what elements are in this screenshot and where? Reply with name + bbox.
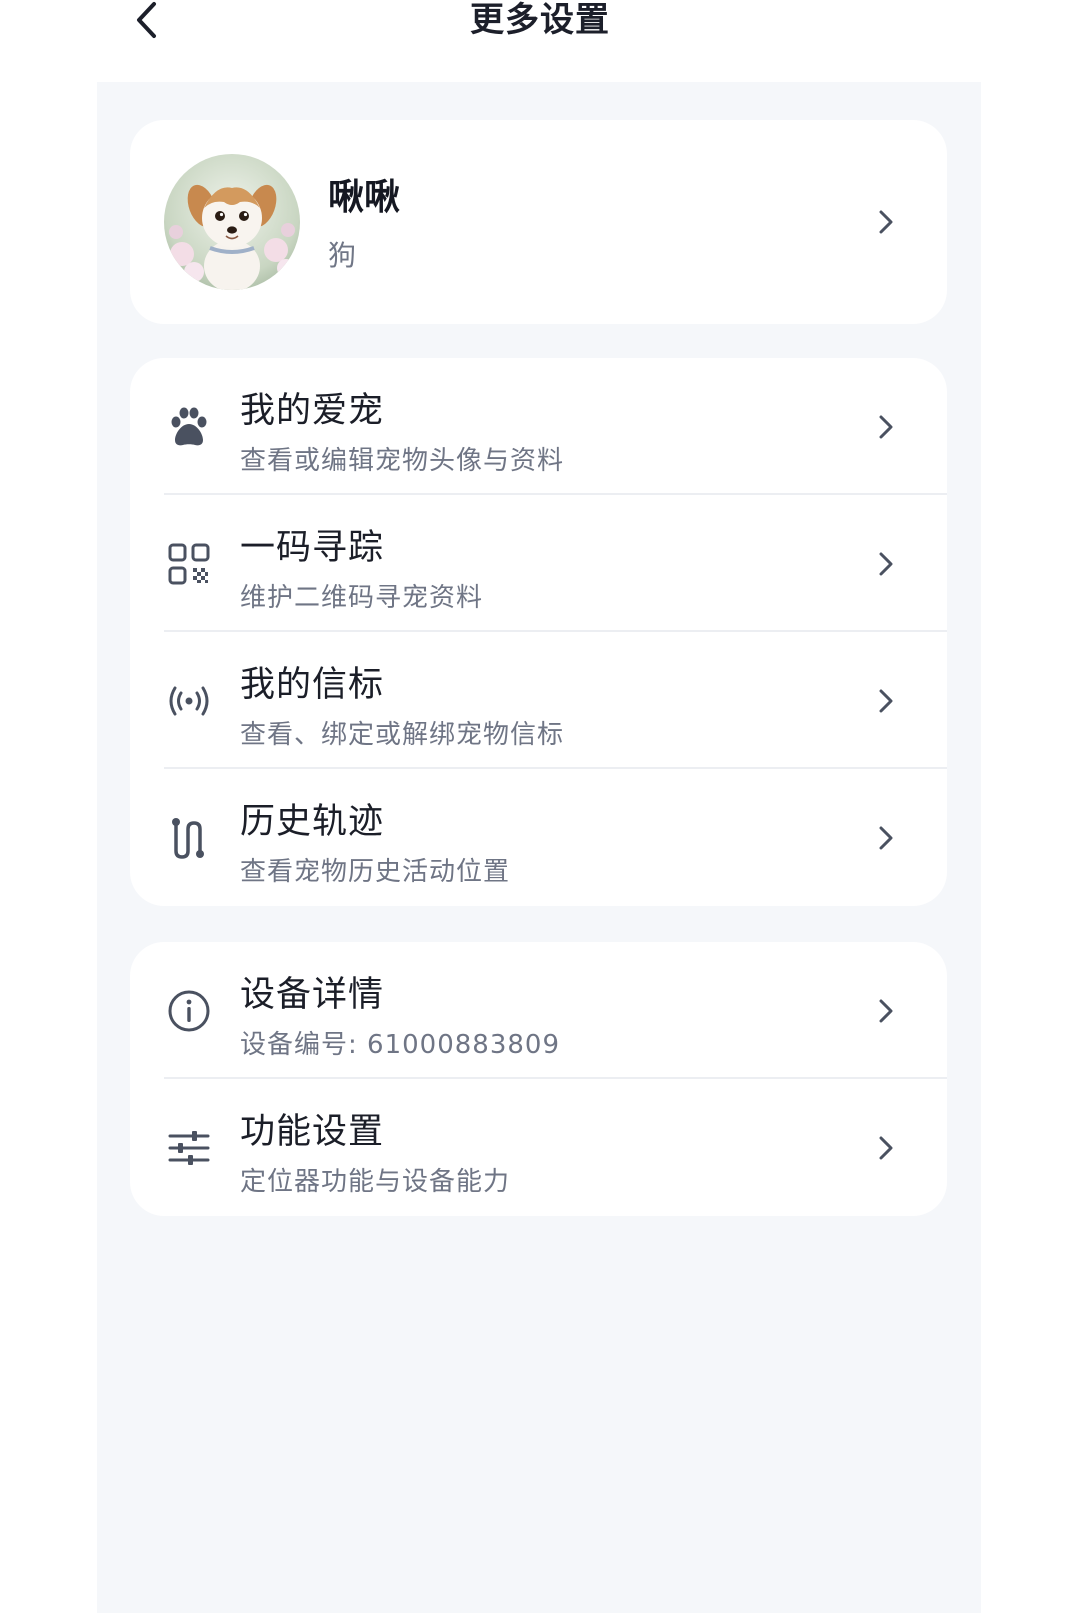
menu-item-history-track[interactable]: 历史轨迹 查看宠物历史活动位置 [130,769,947,906]
menu-item-subtitle: 查看、绑定或解绑宠物信标 [240,720,565,750]
menu-item-title: 功能设置 [240,1112,385,1152]
menu-item-title: 设备详情 [240,975,385,1015]
pet-menu-card: 我的爱宠 查看或编辑宠物头像与资料 一码寻踪 维护二维码寻宠资料 我的信标 查看… [130,358,947,906]
pet-type: 狗 [328,239,357,272]
menu-item-title: 我的信标 [240,665,385,705]
beacon-icon [166,678,212,724]
chevron-right-icon [873,688,899,714]
pet-avatar [164,154,300,290]
menu-item-title: 历史轨迹 [240,802,385,842]
menu-item-device-details[interactable]: 设备详情 设备编号: 61000883809 [130,942,947,1079]
menu-item-my-beacon[interactable]: 我的信标 查看、绑定或解绑宠物信标 [130,632,947,769]
menu-item-subtitle: 查看或编辑宠物头像与资料 [240,446,565,476]
page-title: 更多设置 [470,0,610,40]
menu-item-title: 一码寻踪 [240,528,385,568]
menu-item-subtitle: 定位器功能与设备能力 [240,1167,511,1197]
sliders-icon [166,1125,212,1171]
chevron-right-icon [873,209,899,235]
pet-profile-card[interactable]: 啾啾 狗 [130,120,947,324]
header: 更多设置 [0,0,1080,82]
paw-icon [166,404,212,450]
device-menu-card: 设备详情 设备编号: 61000883809 功能设置 定位器功能与设备能力 [130,942,947,1216]
pet-name: 啾啾 [328,177,401,218]
menu-item-qr-tracking[interactable]: 一码寻踪 维护二维码寻宠资料 [130,495,947,632]
chevron-right-icon [873,414,899,440]
route-icon [166,815,212,861]
menu-item-subtitle: 维护二维码寻宠资料 [240,583,484,613]
menu-item-function-settings[interactable]: 功能设置 定位器功能与设备能力 [130,1079,947,1216]
chevron-right-icon [873,1135,899,1161]
menu-item-title: 我的爱宠 [240,391,385,431]
menu-item-subtitle: 设备编号: 61000883809 [240,1030,560,1060]
qr-code-icon [166,541,212,587]
chevron-right-icon [873,825,899,851]
chevron-right-icon [873,998,899,1024]
chevron-right-icon [873,551,899,577]
content-panel: 啾啾 狗 我的爱宠 查看或编辑宠物头像与资料 一码寻踪 维护二维码寻宠资料 我的… [97,82,981,1613]
menu-item-my-pet[interactable]: 我的爱宠 查看或编辑宠物头像与资料 [130,358,947,495]
menu-item-subtitle: 查看宠物历史活动位置 [240,857,511,887]
info-icon [166,988,212,1034]
